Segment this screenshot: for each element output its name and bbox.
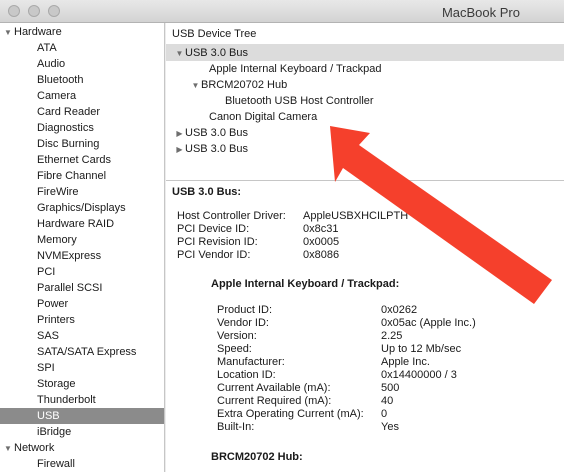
property-value: AppleUSBXHCILPTH bbox=[303, 210, 409, 222]
sidebar-item-firewall[interactable]: Firewall bbox=[0, 456, 164, 472]
property-key: PCI Revision ID: bbox=[177, 236, 258, 248]
tree-row[interactable]: Apple Internal Keyboard / Trackpad bbox=[166, 61, 564, 77]
sidebar-item-firewire[interactable]: FireWire bbox=[0, 184, 164, 200]
next-device-title: BRCM20702 Hub: bbox=[211, 451, 303, 463]
property-value: 0x8086 bbox=[303, 249, 340, 261]
zoom-window-button[interactable] bbox=[48, 5, 60, 17]
details-title: USB 3.0 Bus: bbox=[172, 186, 242, 198]
minimize-window-button[interactable] bbox=[28, 5, 40, 17]
property-key: Vendor ID: bbox=[217, 317, 269, 329]
sidebar-item-sata-sata-express[interactable]: SATA/SATA Express bbox=[0, 344, 164, 360]
property-key: Location ID: bbox=[217, 369, 276, 381]
sidebar-item-pci[interactable]: PCI bbox=[0, 264, 164, 280]
property-value: Yes bbox=[381, 421, 399, 433]
property-value: 0x0005 bbox=[303, 236, 340, 248]
property-key: Current Available (mA): bbox=[217, 382, 331, 394]
property-key: Manufacturer: bbox=[217, 356, 285, 368]
sidebar-item-fibre-channel[interactable]: Fibre Channel bbox=[0, 168, 164, 184]
property-value: 2.25 bbox=[381, 330, 403, 342]
sidebar-item-camera[interactable]: Camera bbox=[0, 88, 164, 104]
sidebar-item-ibridge[interactable]: iBridge bbox=[0, 424, 164, 440]
property-value: 0x8c31 bbox=[303, 223, 339, 235]
sidebar-item-thunderbolt[interactable]: Thunderbolt bbox=[0, 392, 164, 408]
tree-row[interactable]: Canon Digital Camera bbox=[166, 109, 564, 125]
sidebar-item-printers[interactable]: Printers bbox=[0, 312, 164, 328]
property-value: 0 bbox=[381, 408, 388, 420]
sidebar-group-label: Network bbox=[14, 442, 55, 454]
property-value: 40 bbox=[381, 395, 394, 407]
property-key: Current Required (mA): bbox=[217, 395, 332, 407]
property-key: Extra Operating Current (mA): bbox=[217, 408, 364, 420]
property-key: Speed: bbox=[217, 343, 252, 355]
sidebar-item-ethernet-cards[interactable]: Ethernet Cards bbox=[0, 152, 164, 168]
property-key: Version: bbox=[217, 330, 257, 342]
tree-row-label: USB 3.0 Bus bbox=[185, 47, 248, 59]
sidebar-item-diagnostics[interactable]: Diagnostics bbox=[0, 120, 164, 136]
sidebar-item-bluetooth[interactable]: Bluetooth bbox=[0, 72, 164, 88]
sidebar-item-power[interactable]: Power bbox=[0, 296, 164, 312]
sidebar-item-audio[interactable]: Audio bbox=[0, 56, 164, 72]
tree-row-label: USB 3.0 Bus bbox=[185, 143, 248, 155]
property-value: 0x0262 bbox=[381, 304, 418, 316]
tree-row-label: Apple Internal Keyboard / Trackpad bbox=[209, 63, 382, 75]
disclosure-right-icon[interactable]: ▶ bbox=[174, 126, 185, 142]
property-value: 0x05ac (Apple Inc.) bbox=[381, 317, 476, 329]
sidebar-item-spi[interactable]: SPI bbox=[0, 360, 164, 376]
details-pane: USB 3.0 Bus: Host Controller Driver: Appl… bbox=[166, 181, 564, 472]
tree-row-label: Canon Digital Camera bbox=[209, 111, 318, 123]
tree-row-label: BRCM20702 Hub bbox=[201, 79, 288, 91]
sidebar-item-usb[interactable]: USB bbox=[0, 408, 164, 424]
tree-row[interactable]: ▼ BRCM20702 Hub bbox=[166, 77, 564, 93]
tree-row[interactable]: Bluetooth USB Host Controller bbox=[166, 93, 564, 109]
sidebar-item-ata[interactable]: ATA bbox=[0, 40, 164, 56]
property-value: 500 bbox=[381, 382, 400, 394]
close-window-button[interactable] bbox=[8, 5, 20, 17]
property-key: Product ID: bbox=[217, 304, 273, 316]
property-value: 0x14400000 / 3 bbox=[381, 369, 457, 381]
tree-row[interactable]: ▶ USB 3.0 Bus bbox=[166, 125, 564, 141]
usb-device-tree: USB Device Tree ▼ USB 3.0 Bus Apple Intern… bbox=[166, 23, 564, 180]
title-bar: MacBook Pro bbox=[0, 0, 564, 23]
sidebar-group-hardware[interactable]: ▼ Hardware bbox=[0, 24, 164, 40]
device-title: Apple Internal Keyboard / Trackpad: bbox=[211, 278, 400, 290]
property-value: Apple Inc. bbox=[381, 356, 430, 368]
disclosure-right-icon[interactable]: ▶ bbox=[174, 142, 185, 158]
tree-row[interactable]: ▼ USB 3.0 Bus bbox=[166, 45, 564, 61]
disclosure-down-icon[interactable]: ▼ bbox=[2, 441, 14, 457]
disclosure-down-icon[interactable]: ▼ bbox=[2, 25, 14, 41]
sidebar-item-memory[interactable]: Memory bbox=[0, 232, 164, 248]
sidebar-item-storage[interactable]: Storage bbox=[0, 376, 164, 392]
sidebar-item-nvmexpress[interactable]: NVMExpress bbox=[0, 248, 164, 264]
sidebar-group-label: Hardware bbox=[14, 26, 62, 38]
sidebar-item-disc-burning[interactable]: Disc Burning bbox=[0, 136, 164, 152]
sidebar[interactable]: ▼ Hardware ATA Audio Bluetooth Camera Card Rea… bbox=[0, 23, 165, 472]
tree-row[interactable]: ▶ USB 3.0 Bus bbox=[166, 141, 564, 157]
tree-header: USB Device Tree bbox=[166, 23, 564, 45]
sidebar-item-card-reader[interactable]: Card Reader bbox=[0, 104, 164, 120]
property-key: PCI Device ID: bbox=[177, 223, 250, 235]
property-key: Built-In: bbox=[217, 421, 255, 433]
property-key: PCI Vendor ID: bbox=[177, 249, 251, 261]
sidebar-item-sas[interactable]: SAS bbox=[0, 328, 164, 344]
sidebar-item-parallel-scsi[interactable]: Parallel SCSI bbox=[0, 280, 164, 296]
property-key: Host Controller Driver: bbox=[177, 210, 286, 222]
sidebar-group-network[interactable]: ▼ Network bbox=[0, 440, 164, 456]
disclosure-down-icon[interactable]: ▼ bbox=[174, 46, 185, 62]
tree-row-label: Bluetooth USB Host Controller bbox=[225, 95, 374, 107]
sidebar-item-graphics-displays[interactable]: Graphics/Displays bbox=[0, 200, 164, 216]
window-title: MacBook Pro bbox=[441, 5, 520, 20]
property-value: Up to 12 Mb/sec bbox=[381, 343, 462, 355]
disclosure-down-icon[interactable]: ▼ bbox=[190, 78, 201, 94]
tree-row-label: USB 3.0 Bus bbox=[185, 127, 248, 139]
sidebar-item-hardware-raid[interactable]: Hardware RAID bbox=[0, 216, 164, 232]
